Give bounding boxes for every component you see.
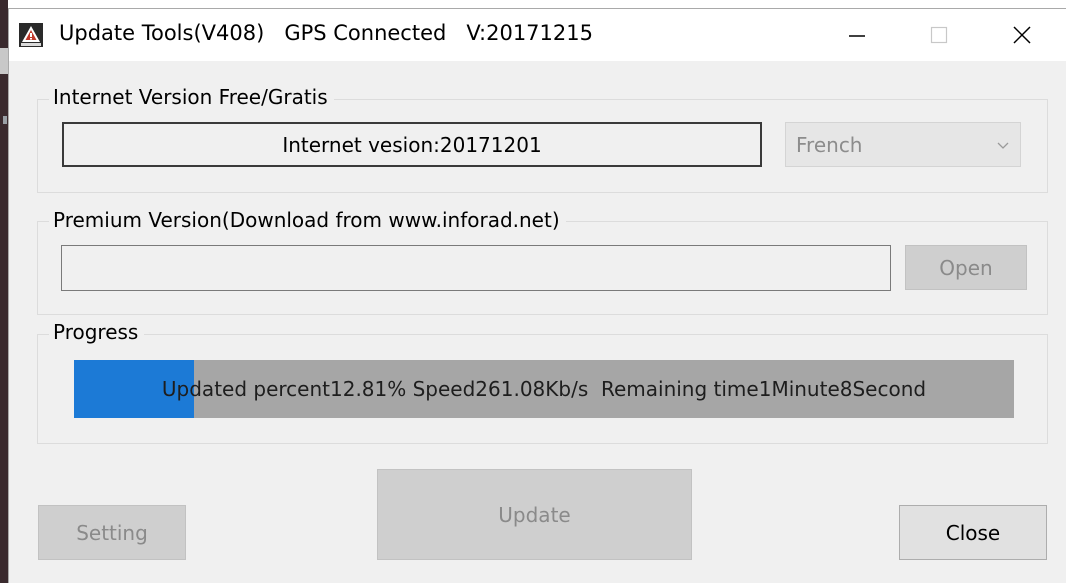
premium-file-path-input[interactable] [61, 245, 891, 291]
internet-version-text: Internet vesion:20171201 [282, 132, 542, 157]
update-button[interactable]: Update [377, 469, 692, 560]
progress-group-title: Progress [49, 320, 145, 344]
close-icon [1013, 26, 1031, 44]
close-window-button[interactable] [989, 9, 1055, 61]
progress-status-text: Updated percent12.81% Speed261.08Kb/s Re… [161, 377, 927, 401]
desktop-element [0, 48, 8, 74]
maximize-button[interactable] [906, 9, 972, 61]
title-bar: Update Tools(V408) GPS Connected V:20171… [9, 9, 1066, 61]
chevron-down-icon [986, 123, 1020, 166]
internet-version-group-title: Internet Version Free/Gratis [49, 85, 334, 109]
progress-bar: Updated percent12.81% Speed261.08Kb/s Re… [74, 360, 1014, 418]
minimize-button[interactable] [824, 9, 890, 61]
desktop-background [0, 0, 8, 583]
app-icon [19, 23, 43, 47]
language-value: French [796, 133, 863, 157]
minimize-icon [849, 35, 865, 37]
setting-button[interactable]: Setting [38, 505, 186, 560]
close-button[interactable]: Close [899, 505, 1047, 560]
desktop-element [3, 116, 7, 124]
update-tools-window: Update Tools(V408) GPS Connected V:20171… [8, 8, 1066, 583]
open-button[interactable]: Open [905, 245, 1027, 290]
window-title: Update Tools(V408) GPS Connected V:20171… [59, 21, 593, 45]
internet-version-display: Internet vesion:20171201 [62, 122, 762, 167]
premium-version-group-title: Premium Version(Download from www.infora… [49, 208, 566, 232]
maximize-icon [930, 26, 948, 44]
language-select[interactable]: French [785, 122, 1021, 167]
